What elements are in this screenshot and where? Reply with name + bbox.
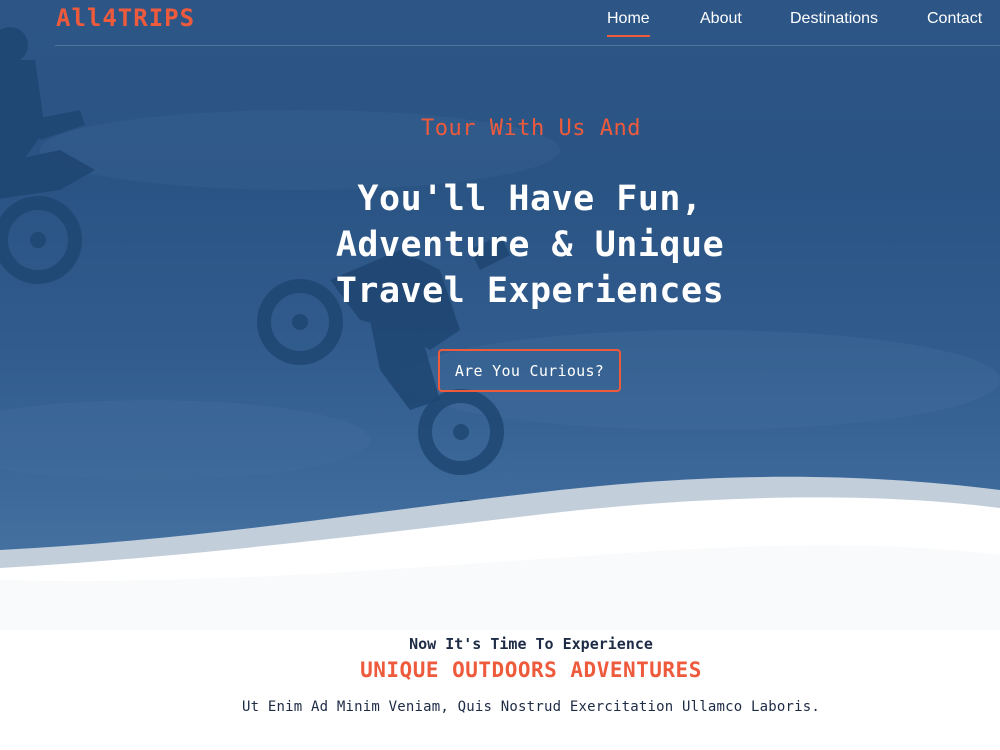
intro-kicker: Now It's Time To Experience [409, 635, 653, 653]
top-navigation: All4TRIPS Home About Destinations Contac… [0, 0, 1000, 46]
hero-title-line-3: Travel Experiences [335, 271, 725, 311]
site-logo[interactable]: All4TRIPS [56, 4, 195, 32]
hero-title-line-2: Adventure & Unique [335, 225, 725, 265]
nav-about-link[interactable]: About [700, 10, 742, 28]
nav-divider [55, 45, 1000, 46]
nav-home-link[interactable]: Home [607, 10, 650, 37]
page: All4TRIPS Home About Destinations Contac… [0, 0, 1000, 750]
hero-title-line-1: You'll Have Fun, [357, 179, 703, 219]
are-you-curious-button[interactable]: Are You Curious? [438, 349, 621, 392]
nav-destinations-link[interactable]: Destinations [790, 10, 878, 28]
intro-title: UNIQUE OUTDOORS ADVENTURES [360, 658, 702, 682]
intro-text: Ut Enim Ad Minim Veniam, Quis Nostrud Ex… [241, 699, 821, 715]
hero-kicker: Tour With Us And [421, 116, 641, 141]
hero-wave-divider [0, 476, 1000, 630]
nav-contact-link[interactable]: Contact [927, 10, 982, 28]
hero-title: You'll Have Fun, Adventure & Unique Trav… [280, 176, 780, 314]
